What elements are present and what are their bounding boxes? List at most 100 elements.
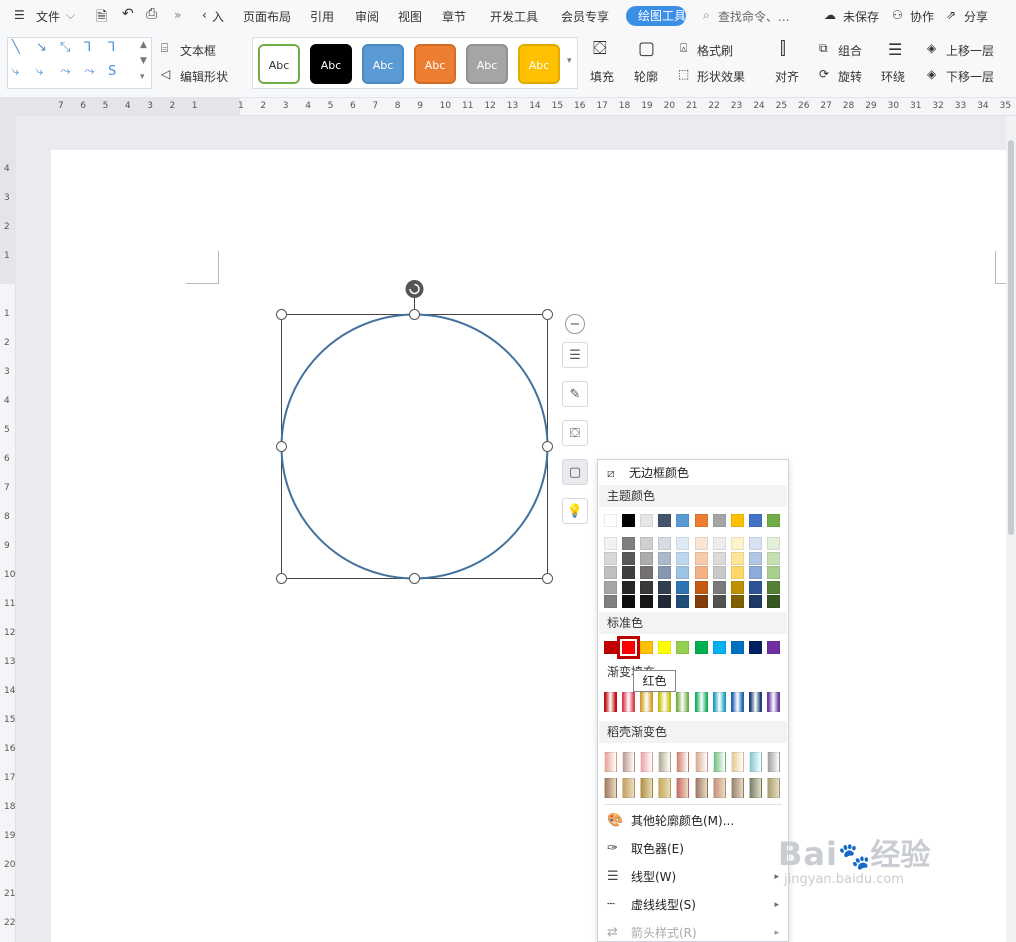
standard-color-swatch[interactable] xyxy=(676,641,690,654)
standard-color-swatch[interactable] xyxy=(766,641,780,654)
gallery-expand-icon[interactable]: ▾ xyxy=(140,72,145,82)
theme-shade-swatch[interactable] xyxy=(640,551,654,565)
elbow-connector-icon[interactable]: ⅂ xyxy=(84,40,91,55)
line-shape-gallery[interactable]: ╲ ↘ ⤡ ⅂ ⅂ ⤷ ⤷ ⤳ ⤳ S ▲ ▼ ▾ xyxy=(7,37,152,89)
theme-shade-swatch[interactable] xyxy=(676,580,690,594)
theme-shade-swatch[interactable] xyxy=(658,566,672,579)
shell-gradient-swatch[interactable] xyxy=(658,778,672,798)
selected-circle-shape[interactable] xyxy=(270,275,560,590)
theme-shade-swatch[interactable] xyxy=(712,580,726,594)
brush-icon[interactable]: ✎ xyxy=(562,381,588,407)
tab-references[interactable]: 引用 xyxy=(310,8,334,25)
theme-shade-swatch[interactable] xyxy=(694,551,708,565)
resize-handle-w[interactable] xyxy=(276,441,287,452)
shell-gradient-swatch[interactable] xyxy=(640,778,654,798)
theme-color-swatch[interactable] xyxy=(730,514,744,527)
shape-style-5[interactable]: Abc xyxy=(466,44,508,84)
theme-shade-swatch[interactable] xyxy=(766,580,780,594)
no-outline-item[interactable]: ⧄ 无边框颜色 xyxy=(599,460,787,486)
shell-gradient-swatch[interactable] xyxy=(676,752,690,772)
edit-shape-button[interactable]: 编辑形状 xyxy=(180,68,228,85)
theme-shade-swatch[interactable] xyxy=(604,580,617,594)
undo-icon[interactable]: ↶ xyxy=(122,6,134,22)
shell-gradient-swatch[interactable] xyxy=(640,752,654,772)
theme-shade-swatch[interactable] xyxy=(694,537,708,550)
resize-handle-n[interactable] xyxy=(409,309,420,320)
line-icon[interactable]: ╲ xyxy=(12,40,20,55)
shell-gradient-swatch[interactable] xyxy=(694,778,708,798)
horizontal-ruler[interactable]: 7 6 5 4 3 2 1 1 2 3 4 5 6 7 8 9 10 11 12 13 14 15 16 17 18 19 20 21… xyxy=(0,98,1016,116)
theme-shade-swatch[interactable] xyxy=(730,566,744,579)
tab-chapter[interactable]: 章节 xyxy=(442,8,466,25)
group-button[interactable]: 组合 xyxy=(838,42,862,59)
align-button[interactable]: 对齐 xyxy=(775,68,799,85)
fill-button[interactable]: 填充 xyxy=(590,68,614,85)
theme-shade-swatch[interactable] xyxy=(730,551,744,565)
outline-button[interactable]: 轮廓 xyxy=(634,68,658,85)
gradient-color-swatch[interactable] xyxy=(622,692,636,712)
shell-gradient-swatch[interactable] xyxy=(658,752,672,772)
resize-handle-ne[interactable] xyxy=(542,309,553,320)
theme-shade-swatch[interactable] xyxy=(694,595,708,608)
theme-shade-swatch[interactable] xyxy=(622,566,636,579)
theme-color-swatch[interactable] xyxy=(766,514,780,527)
theme-shade-swatch[interactable] xyxy=(694,566,708,579)
theme-shade-swatch[interactable] xyxy=(658,551,672,565)
shape-style-1[interactable]: Abc xyxy=(258,44,300,84)
arrow-style-item[interactable]: ⇄ 箭头样式(R) ▸ xyxy=(599,920,787,942)
theme-color-swatch[interactable] xyxy=(748,514,762,527)
gallery-scroll-down-icon[interactable]: ▼ xyxy=(140,56,147,66)
gradient-color-swatch[interactable] xyxy=(730,692,744,712)
theme-shade-swatch[interactable] xyxy=(622,595,636,608)
shell-gradient-swatch[interactable] xyxy=(676,778,690,798)
theme-shade-swatch[interactable] xyxy=(676,566,690,579)
tab-insert[interactable]: 入 xyxy=(212,8,224,25)
curved-arrow-connector-icon[interactable]: ⤳ xyxy=(60,64,70,79)
resize-handle-e[interactable] xyxy=(542,441,553,452)
standard-color-swatch[interactable] xyxy=(748,641,762,654)
shell-gradient-swatch[interactable] xyxy=(622,752,636,772)
print-icon[interactable]: ⎙ xyxy=(146,6,157,22)
tab-page-layout[interactable]: 页面布局 xyxy=(243,8,291,25)
standard-color-swatch[interactable] xyxy=(694,641,708,654)
tab-member[interactable]: 会员专享 xyxy=(561,8,609,25)
theme-shade-swatch[interactable] xyxy=(712,566,726,579)
standard-color-swatch[interactable] xyxy=(604,641,617,654)
theme-shade-swatch[interactable] xyxy=(604,566,617,579)
shape-style-6[interactable]: Abc xyxy=(518,44,560,84)
vertical-ruler[interactable]: 4 3 2 1 1 2 3 4 5 6 7 8 9 10 11 12 13 14 15 16 17 18 19 20 21 22 xyxy=(0,116,16,942)
theme-shade-swatch[interactable] xyxy=(640,537,654,550)
shell-gradient-swatch[interactable] xyxy=(694,752,708,772)
tab-review[interactable]: 审阅 xyxy=(355,8,379,25)
layout-options-icon[interactable]: ☰ xyxy=(562,342,588,368)
hamburger-icon[interactable]: ☰ xyxy=(14,8,25,22)
theme-shade-swatch[interactable] xyxy=(640,595,654,608)
gradient-color-swatch[interactable] xyxy=(748,692,762,712)
outline-quick-icon[interactable]: ▢ xyxy=(562,459,588,485)
theme-shade-swatch[interactable] xyxy=(748,551,762,565)
theme-shade-swatch[interactable] xyxy=(748,566,762,579)
theme-shade-swatch[interactable] xyxy=(658,580,672,594)
theme-shade-swatch[interactable] xyxy=(748,580,762,594)
theme-shade-swatch[interactable] xyxy=(766,551,780,565)
theme-color-swatch[interactable] xyxy=(604,514,617,527)
resize-handle-nw[interactable] xyxy=(276,309,287,320)
scrollbar-thumb[interactable] xyxy=(1008,140,1014,535)
standard-color-swatch[interactable] xyxy=(640,641,654,654)
gradient-color-swatch[interactable] xyxy=(712,692,726,712)
theme-shade-swatch[interactable] xyxy=(712,537,726,550)
shell-gradient-swatch[interactable] xyxy=(766,752,780,772)
theme-color-swatch[interactable] xyxy=(622,514,636,527)
standard-color-swatch[interactable] xyxy=(658,641,672,654)
tab-drawing-tools[interactable]: 绘图工具 xyxy=(626,6,686,26)
file-menu[interactable]: 文件 xyxy=(36,8,60,25)
gradient-color-swatch[interactable] xyxy=(676,692,690,712)
shape-style-3[interactable]: Abc xyxy=(362,44,404,84)
theme-shade-swatch[interactable] xyxy=(676,595,690,608)
circle-outline[interactable] xyxy=(280,313,549,580)
dash-type-item[interactable]: ┄ 虚线线型(S) ▸ xyxy=(599,892,787,918)
curved-double-arrow-icon[interactable]: ⤳ xyxy=(84,64,94,79)
send-backward-button[interactable]: 下移一层 xyxy=(946,68,994,85)
theme-shade-swatch[interactable] xyxy=(622,551,636,565)
gradient-color-swatch[interactable] xyxy=(694,692,708,712)
